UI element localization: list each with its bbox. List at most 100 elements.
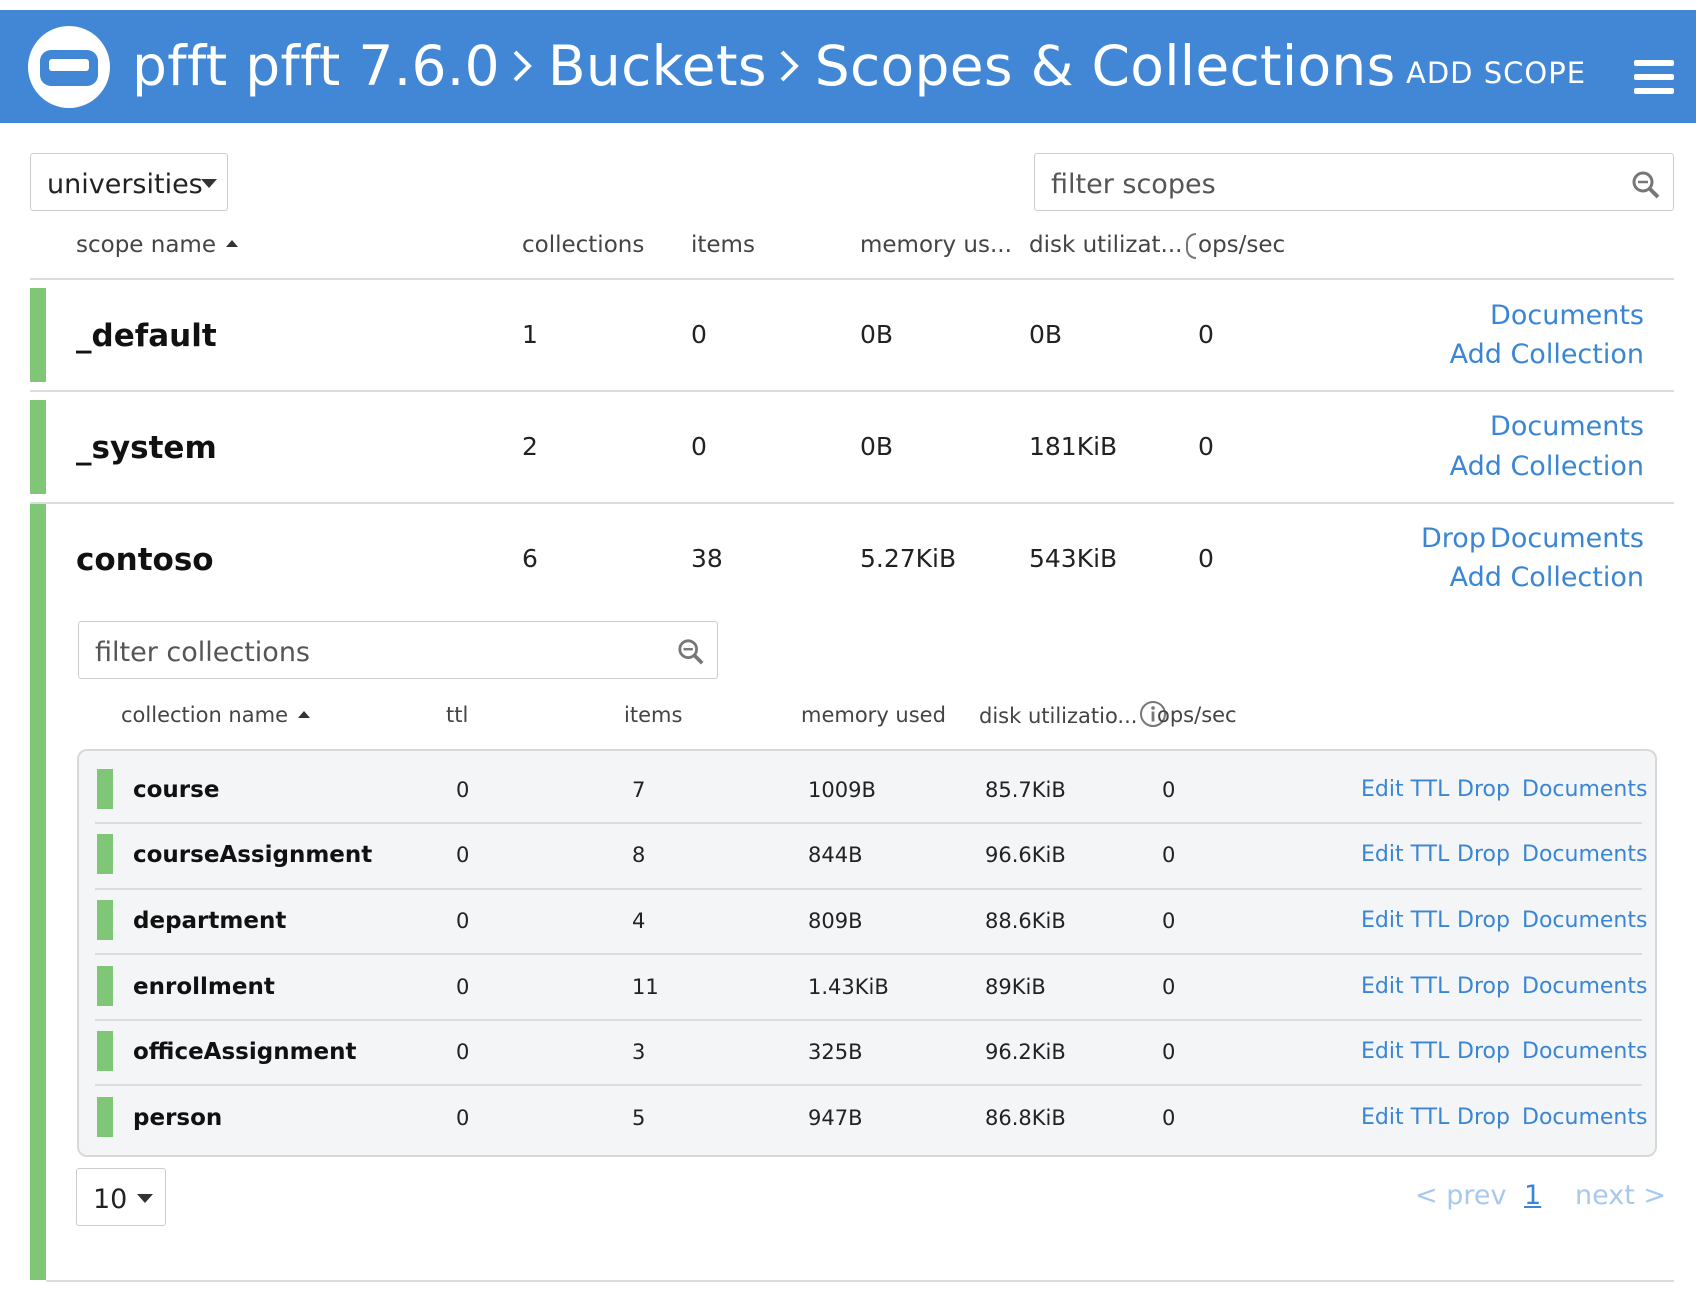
collection-disk: 96.6KiB [985, 843, 1066, 867]
column-ttl[interactable]: ttl [446, 703, 468, 727]
scope-collections: 2 [522, 432, 538, 461]
status-bar [97, 769, 113, 809]
prev-page-link[interactable]: < prev [1415, 1180, 1506, 1211]
breadcrumb-buckets[interactable]: Buckets [548, 34, 767, 98]
drop-link[interactable]: Drop [1457, 842, 1510, 867]
column-ops[interactable]: ops/sec [1186, 232, 1285, 259]
collection-name[interactable]: enrollment [133, 974, 275, 1000]
collection-filter-placeholder: filter collections [95, 637, 310, 668]
scope-collections: 6 [522, 544, 538, 573]
app-header: pfft pfft 7.6.0 Buckets Scopes & Collect… [0, 10, 1696, 123]
documents-link[interactable]: Documents [1522, 842, 1647, 867]
status-bar [97, 966, 113, 1006]
status-bar [30, 504, 46, 1280]
divider [95, 953, 1642, 955]
status-bar [97, 1031, 113, 1071]
next-page-link[interactable]: next > [1575, 1180, 1666, 1211]
page-size-select[interactable]: 10 [76, 1168, 166, 1226]
collection-items: 8 [632, 843, 646, 867]
collection-name[interactable]: officeAssignment [133, 1039, 357, 1065]
scope-disk: 181KiB [1029, 432, 1118, 461]
collection-disk: 88.6KiB [985, 909, 1066, 933]
divider [30, 502, 1674, 504]
collection-items: 7 [632, 778, 646, 802]
documents-link[interactable]: Documents [1522, 777, 1647, 802]
scope-ops: 0 [1198, 544, 1214, 573]
hamburger-menu-icon[interactable] [1634, 60, 1674, 94]
collection-disk: 89KiB [985, 975, 1046, 999]
edit-ttl-link[interactable]: Edit TTL [1361, 777, 1449, 802]
bucket-select-value: universities [47, 169, 203, 200]
divider [95, 822, 1642, 824]
scope-items: 0 [691, 320, 707, 349]
documents-link[interactable]: Documents [1522, 908, 1647, 933]
drop-link[interactable]: Drop [1457, 1039, 1510, 1064]
add-scope-button[interactable]: ADD SCOPE [1406, 56, 1586, 90]
collection-memory: 1.43KiB [808, 975, 889, 999]
collection-ops: 0 [1162, 975, 1176, 999]
edit-ttl-link[interactable]: Edit TTL [1361, 908, 1449, 933]
scope-memory: 0B [860, 320, 894, 349]
couchbase-logo-icon[interactable] [28, 26, 110, 108]
documents-link[interactable]: Documents [1522, 1039, 1647, 1064]
collection-ops: 0 [1162, 778, 1176, 802]
divider [95, 1019, 1642, 1021]
drop-link[interactable]: Drop [1457, 974, 1510, 999]
documents-link[interactable]: Documents [1490, 300, 1644, 331]
scope-name[interactable]: _system [76, 430, 217, 466]
scope-name[interactable]: _default [76, 318, 217, 354]
scope-filter-input[interactable]: filter scopes [1034, 153, 1674, 211]
collection-name[interactable]: course [133, 777, 219, 803]
chevron-down-icon [137, 1194, 153, 1203]
divider [95, 888, 1642, 890]
drop-link[interactable]: Drop [1457, 908, 1510, 933]
drop-scope-link[interactable]: Drop [1421, 523, 1486, 554]
documents-link[interactable]: Documents [1522, 1105, 1647, 1130]
column-items[interactable]: items [624, 703, 682, 727]
collection-name[interactable]: courseAssignment [133, 842, 372, 868]
collection-name[interactable]: department [133, 908, 286, 934]
scope-name[interactable]: contoso [76, 542, 214, 578]
documents-link[interactable]: Documents [1490, 523, 1644, 554]
collection-filter-input[interactable]: filter collections [78, 621, 718, 679]
documents-link[interactable]: Documents [1522, 974, 1647, 999]
collection-memory: 809B [808, 909, 863, 933]
status-bar [30, 288, 46, 382]
column-items[interactable]: items [691, 232, 755, 258]
documents-link[interactable]: Documents [1490, 411, 1644, 442]
column-collection-name[interactable]: collection name [121, 703, 310, 727]
collection-ttl: 0 [456, 778, 470, 802]
edit-ttl-link[interactable]: Edit TTL [1361, 1105, 1449, 1130]
collection-items: 5 [632, 1106, 646, 1130]
scope-ops: 0 [1198, 320, 1214, 349]
divider [46, 1280, 1674, 1282]
drop-link[interactable]: Drop [1457, 1105, 1510, 1130]
collection-ttl: 0 [456, 909, 470, 933]
collection-ops: 0 [1162, 1106, 1176, 1130]
column-scope-name[interactable]: scope name [76, 232, 238, 258]
column-ops-sec[interactable]: ops/sec [1157, 703, 1237, 727]
add-collection-link[interactable]: Add Collection [1450, 451, 1644, 482]
edit-ttl-link[interactable]: Edit TTL [1361, 842, 1449, 867]
add-collection-link[interactable]: Add Collection [1450, 339, 1644, 370]
divider [30, 278, 1674, 280]
collection-name[interactable]: person [133, 1105, 222, 1131]
collection-items: 4 [632, 909, 646, 933]
add-collection-link[interactable]: Add Collection [1450, 562, 1644, 593]
edit-ttl-link[interactable]: Edit TTL [1361, 974, 1449, 999]
column-memory-used[interactable]: memory used [801, 703, 946, 727]
edit-ttl-link[interactable]: Edit TTL [1361, 1039, 1449, 1064]
collection-ttl: 0 [456, 1106, 470, 1130]
bucket-select[interactable]: universities [30, 153, 228, 211]
breadcrumb-cluster[interactable]: pfft pfft 7.6.0 [132, 34, 500, 98]
column-collections[interactable]: collections [522, 232, 644, 258]
collection-disk: 85.7KiB [985, 778, 1066, 802]
column-disk[interactable]: disk utilizat... [1029, 232, 1183, 258]
drop-link[interactable]: Drop [1457, 777, 1510, 802]
info-icon [1186, 232, 1196, 259]
scope-memory: 5.27KiB [860, 544, 957, 573]
column-disk-utilization[interactable]: disk utilizatio... [979, 701, 1167, 731]
page-number-1[interactable]: 1 [1524, 1180, 1541, 1211]
column-memory[interactable]: memory us... [860, 232, 1012, 258]
collection-disk: 96.2KiB [985, 1040, 1066, 1064]
